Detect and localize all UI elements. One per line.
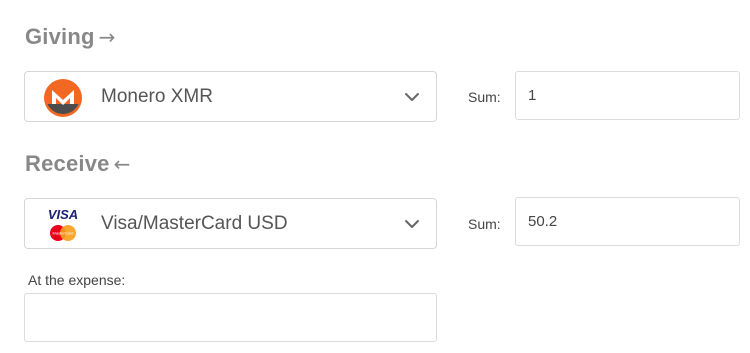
chevron-down-icon	[405, 220, 419, 228]
giving-title: Giving →	[25, 24, 116, 50]
receive-currency-label: Visa/MasterCard USD	[101, 213, 288, 234]
chevron-down-icon	[405, 93, 419, 101]
arrow-left-icon: ←	[113, 152, 131, 176]
giving-sum-input[interactable]	[515, 71, 740, 120]
mastercard-wordmark: MasterCard	[53, 231, 74, 236]
giving-title-text: Giving	[25, 24, 95, 49]
receive-sum-label: Sum:	[468, 216, 501, 232]
receive-sum-input[interactable]	[515, 197, 740, 246]
arrow-right-icon: →	[98, 25, 116, 49]
receive-title: Receive ←	[25, 151, 131, 177]
expense-input[interactable]	[24, 293, 437, 342]
giving-sum-label: Sum:	[468, 89, 501, 105]
giving-currency-select[interactable]: Monero XMR	[24, 71, 437, 122]
receive-title-text: Receive	[25, 151, 110, 176]
monero-icon	[44, 79, 82, 117]
giving-currency-label: Monero XMR	[101, 86, 213, 107]
visa-wordmark: VISA	[48, 207, 78, 222]
expense-label: At the expense:	[28, 272, 126, 288]
receive-currency-select[interactable]: VISA MasterCard Visa/MasterCard USD	[24, 198, 437, 249]
visa-mastercard-icon: VISA MasterCard	[48, 207, 78, 241]
